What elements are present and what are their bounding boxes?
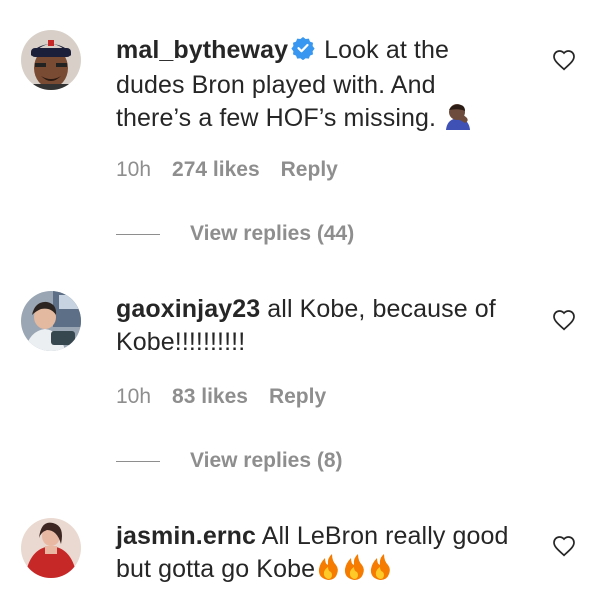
view-replies-button[interactable]: View replies (8): [116, 448, 343, 474]
comment-text-line: All LeBron really good: [261, 522, 509, 550]
view-replies-label: View replies (8): [190, 449, 343, 472]
view-replies-label: View replies (44): [190, 222, 355, 245]
comment-meta: 10h 274 likes Reply: [116, 158, 359, 182]
reply-button[interactable]: Reply: [281, 158, 338, 181]
comment-text-line: there’s a few HOF’s missing.: [116, 104, 437, 132]
comment-time[interactable]: 10h: [116, 158, 151, 181]
comment-likes[interactable]: 274 likes: [172, 158, 260, 181]
comment-text-line: dudes Bron played with. And: [116, 71, 436, 99]
comment-time[interactable]: 10h: [116, 385, 151, 408]
reply-button[interactable]: Reply: [269, 385, 326, 408]
comment-text-line: all Kobe, because of: [267, 295, 496, 323]
comment-text: jasmin.ernc All LeBron really good but g…: [116, 520, 516, 590]
comment-likes[interactable]: 83 likes: [172, 385, 248, 408]
avatar[interactable]: [21, 291, 81, 351]
divider-line: [116, 460, 160, 462]
comment-text-line: Kobe!!!!!!!!!!: [116, 328, 246, 356]
avatar-image: [21, 291, 81, 351]
divider-line: [116, 233, 160, 235]
comment-text: mal_bytheway Look at the dudes Bron play…: [116, 34, 516, 139]
comment-username[interactable]: jasmin.ernc: [116, 522, 256, 550]
comment-username[interactable]: mal_bytheway: [116, 36, 288, 64]
avatar-image: [21, 518, 81, 578]
comment-text-line: Look at the: [324, 36, 449, 64]
avatar[interactable]: [21, 518, 81, 578]
comment-text-line: but gotta go Kobe: [116, 555, 316, 583]
avatar-image: [21, 30, 81, 90]
verified-badge-icon: [291, 36, 315, 69]
fire-icon: [315, 553, 393, 590]
comment-username[interactable]: gaoxinjay23: [116, 295, 260, 323]
comment-text: gaoxinjay23 all Kobe, because of Kobe!!!…: [116, 293, 516, 359]
man-facepalming-icon: [443, 102, 473, 139]
comment-meta: 10h 83 likes Reply: [116, 385, 347, 409]
like-heart-icon[interactable]: [552, 308, 576, 332]
view-replies-button[interactable]: View replies (44): [116, 221, 354, 247]
avatar[interactable]: [21, 30, 81, 90]
like-heart-icon[interactable]: [552, 534, 576, 558]
like-heart-icon[interactable]: [552, 48, 576, 72]
